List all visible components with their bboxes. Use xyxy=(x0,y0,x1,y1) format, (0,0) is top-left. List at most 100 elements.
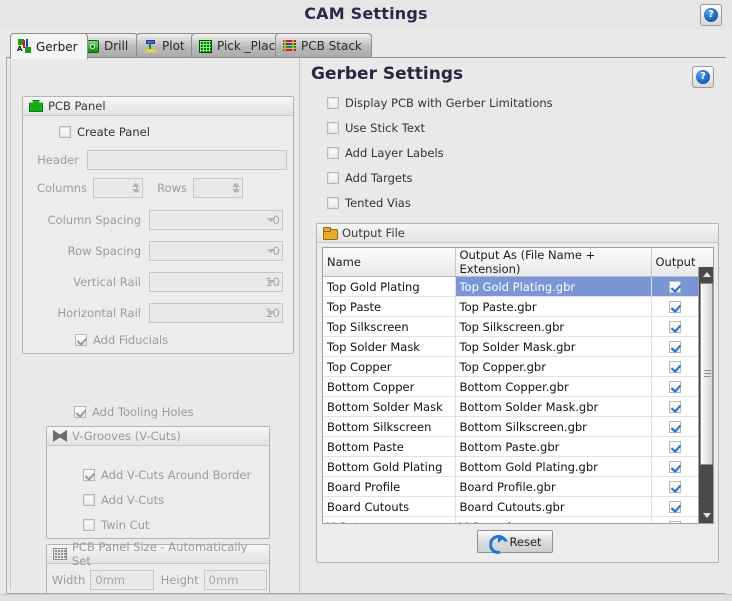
row-spacing-chevron-down-icon[interactable] xyxy=(267,249,275,253)
output-checkbox[interactable] xyxy=(669,281,681,293)
create-panel-checkbox-row[interactable]: Create Panel xyxy=(59,125,150,139)
add-vcuts-around-border-row[interactable]: Add V-Cuts Around Border xyxy=(83,468,251,482)
reset-button[interactable]: Reset xyxy=(477,530,553,553)
add-vcuts-row[interactable]: Add V-Cuts xyxy=(83,493,164,507)
horizontal-rail-input[interactable]: 10 xyxy=(149,303,283,323)
cell-output-as[interactable]: Bottom Paste.gbr xyxy=(455,436,652,457)
create-panel-checkbox[interactable] xyxy=(59,126,71,138)
cell-name[interactable]: Bottom Solder Mask xyxy=(323,396,456,417)
header-input[interactable] xyxy=(87,150,287,170)
cell-output-as[interactable]: V Cuts.gbr xyxy=(455,516,652,523)
cell-output-checkbox[interactable] xyxy=(651,316,700,337)
output-checkbox[interactable] xyxy=(669,301,681,313)
table-row[interactable]: Bottom Silkscreen Bottom Silkscreen.gbr xyxy=(323,416,713,437)
cell-output-checkbox[interactable] xyxy=(651,456,700,477)
cell-output-checkbox[interactable] xyxy=(651,296,700,317)
output-checkbox[interactable] xyxy=(669,521,681,523)
tab-plot[interactable]: Plot xyxy=(136,33,195,58)
cell-name[interactable]: Bottom Copper xyxy=(323,376,456,397)
option-display-pcb-gerber-limitations-row[interactable]: Display PCB with Gerber Limitations xyxy=(327,96,553,110)
columns-stepper[interactable] xyxy=(130,183,141,193)
cell-name[interactable]: Top Gold Plating xyxy=(323,276,456,297)
table-row[interactable]: Top Paste Top Paste.gbr xyxy=(323,296,713,317)
option-add-targets-row[interactable]: Add Targets xyxy=(327,171,413,185)
table-row[interactable]: Board Cutouts Board Cutouts.gbr xyxy=(323,496,713,517)
cell-output-as[interactable]: Top Copper.gbr xyxy=(455,356,652,377)
column-header-name[interactable]: Name xyxy=(323,248,456,277)
add-fiducials-checkbox[interactable] xyxy=(75,334,87,346)
output-checkbox[interactable] xyxy=(669,501,681,513)
table-row[interactable]: Bottom Paste Bottom Paste.gbr xyxy=(323,436,713,457)
table-row[interactable]: Bottom Gold Plating Bottom Gold Plating.g… xyxy=(323,456,713,477)
add-tooling-holes-checkbox[interactable] xyxy=(74,406,86,418)
cell-output-checkbox[interactable] xyxy=(651,476,700,497)
cell-output-as[interactable]: Top Silkscreen.gbr xyxy=(455,316,652,337)
twin-cut-row[interactable]: Twin Cut xyxy=(83,518,150,532)
output-checkbox[interactable] xyxy=(669,421,681,433)
column-header-output[interactable]: Output xyxy=(651,248,699,277)
add-vcuts-checkbox[interactable] xyxy=(83,494,95,506)
output-checkbox[interactable] xyxy=(669,481,681,493)
option-use-stick-text-row[interactable]: Use Stick Text xyxy=(327,121,425,135)
rows-stepper[interactable] xyxy=(230,183,241,193)
cell-name[interactable]: Bottom Gold Plating xyxy=(323,456,456,477)
table-row[interactable]: Top Silkscreen Top Silkscreen.gbr xyxy=(323,316,713,337)
table-vertical-scrollbar[interactable] xyxy=(698,267,713,523)
left-scroll-rail[interactable] xyxy=(10,61,17,590)
cell-name[interactable]: Top Copper xyxy=(323,356,456,377)
cell-output-checkbox[interactable] xyxy=(651,336,700,357)
output-checkbox[interactable] xyxy=(669,461,681,473)
add-vcuts-around-border-checkbox[interactable] xyxy=(83,469,95,481)
twin-cut-checkbox[interactable] xyxy=(83,519,95,531)
vertical-rail-input[interactable]: 10 xyxy=(149,272,283,292)
help-button-top[interactable]: ? xyxy=(700,4,722,26)
cell-name[interactable]: Board Cutouts xyxy=(323,496,456,517)
table-row[interactable]: Bottom Copper Bottom Copper.gbr xyxy=(323,376,713,397)
scroll-up-arrow-icon[interactable] xyxy=(699,267,713,282)
cell-name[interactable]: Top Solder Mask xyxy=(323,336,456,357)
cell-output-checkbox[interactable] xyxy=(651,416,700,437)
cell-output-as[interactable]: Top Paste.gbr xyxy=(455,296,652,317)
cell-output-as[interactable]: Top Solder Mask.gbr xyxy=(455,336,652,357)
output-checkbox[interactable] xyxy=(669,321,681,333)
output-checkbox[interactable] xyxy=(669,441,681,453)
cell-name[interactable]: V Cuts xyxy=(323,516,456,523)
tented-vias-checkbox[interactable] xyxy=(327,197,339,209)
table-row[interactable]: Top Solder Mask Top Solder Mask.gbr xyxy=(323,336,713,357)
row-spacing-input[interactable]: 0 xyxy=(149,241,283,261)
output-checkbox[interactable] xyxy=(669,401,681,413)
cell-output-as[interactable]: Bottom Silkscreen.gbr xyxy=(455,416,652,437)
tab-gerber[interactable]: A Gerber xyxy=(10,33,88,59)
table-row[interactable]: Board Profile Board Profile.gbr xyxy=(323,476,713,497)
output-checkbox[interactable] xyxy=(669,341,681,353)
add-targets-checkbox[interactable] xyxy=(327,172,339,184)
cell-name[interactable]: Top Paste xyxy=(323,296,456,317)
column-header-output-as[interactable]: Output As (File Name + Extension) xyxy=(455,248,652,277)
cell-name[interactable]: Bottom Paste xyxy=(323,436,456,457)
cell-output-as[interactable]: Bottom Solder Mask.gbr xyxy=(455,396,652,417)
scroll-down-arrow-icon[interactable] xyxy=(699,508,713,523)
add-layer-labels-checkbox[interactable] xyxy=(327,147,339,159)
tab-pcb-stack[interactable]: PCB Stack xyxy=(275,33,372,58)
table-row[interactable]: V CutsV Cuts.gbr xyxy=(323,516,713,523)
vertical-rail-chevron-down-icon[interactable] xyxy=(267,280,275,284)
cell-output-checkbox[interactable] xyxy=(651,516,700,523)
add-fiducials-checkbox-row[interactable]: Add Fiducials xyxy=(75,333,168,347)
cell-name[interactable]: Board Profile xyxy=(323,476,456,497)
output-checkbox[interactable] xyxy=(669,381,681,393)
output-file-table[interactable]: Name Output As (File Name + Extension) O… xyxy=(322,247,714,524)
add-tooling-holes-checkbox-row[interactable]: Add Tooling Holes xyxy=(74,405,194,419)
cell-name[interactable]: Bottom Silkscreen xyxy=(323,416,456,437)
use-stick-text-checkbox[interactable] xyxy=(327,122,339,134)
cell-output-checkbox[interactable] xyxy=(651,436,700,457)
panel-width-input[interactable]: 0mm xyxy=(90,570,154,590)
panel-height-input[interactable]: 0mm xyxy=(203,570,267,590)
cell-output-as[interactable]: Top Gold Plating.gbr xyxy=(455,276,652,297)
option-add-layer-labels-row[interactable]: Add Layer Labels xyxy=(327,146,444,160)
table-row[interactable]: Bottom Solder Mask Bottom Solder Mask.gbr xyxy=(323,396,713,417)
cell-output-as[interactable]: Board Cutouts.gbr xyxy=(455,496,652,517)
horizontal-rail-chevron-down-icon[interactable] xyxy=(267,311,275,315)
cell-output-as[interactable]: Bottom Copper.gbr xyxy=(455,376,652,397)
cell-name[interactable]: Top Silkscreen xyxy=(323,316,456,337)
table-row[interactable]: Top Copper Top Copper.gbr xyxy=(323,356,713,377)
